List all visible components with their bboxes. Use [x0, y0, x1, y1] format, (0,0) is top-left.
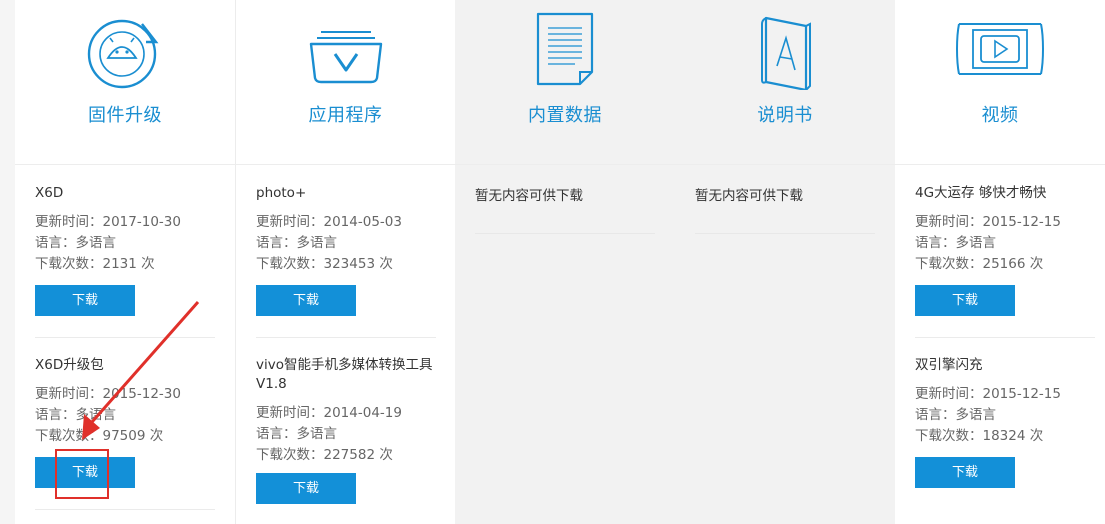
item-name: X6D升级包 — [35, 357, 104, 373]
tab-video[interactable]: 视频 — [895, 0, 1105, 164]
item-divider — [35, 337, 215, 338]
download-page: 固件升级 X6D 更新时间：2017-10-30 语言：多语言 下载次数：213… — [15, 0, 1105, 524]
item-download-count: 下载次数：323453 次 — [256, 256, 393, 272]
item-name: X6D — [35, 185, 64, 201]
item-divider — [915, 337, 1095, 338]
item-name: 4G大运存 够快才畅快 — [915, 185, 1047, 201]
item-language: 语言：多语言 — [256, 426, 337, 442]
item-name: vivo智能手机多媒体转换工具V1.8 — [256, 357, 433, 392]
item-language: 语言：多语言 — [915, 235, 996, 251]
item-language: 语言：多语言 — [35, 235, 116, 251]
list-item: 双引擎闪充 更新时间：2015-12-15 语言：多语言 下载次数：18324 … — [915, 356, 1095, 447]
download-button[interactable]: 下载 — [915, 285, 1015, 316]
item-download-count: 下载次数：25166 次 — [915, 256, 1044, 272]
tab-builtin-data[interactable]: 内置数据 — [455, 0, 675, 164]
annotation-highlight-box — [55, 449, 109, 499]
empty-message: 暂无内容可供下载 — [475, 188, 583, 204]
firmware-upgrade-icon — [87, 19, 159, 89]
list-item: photo+ 更新时间：2014-05-03 语言：多语言 下载次数：32345… — [256, 184, 436, 275]
item-divider — [475, 233, 655, 234]
download-button[interactable]: 下载 — [256, 285, 356, 316]
download-button[interactable]: 下载 — [35, 285, 135, 316]
item-update-time: 更新时间：2015-12-15 — [915, 214, 1061, 230]
item-update-time: 更新时间：2014-05-03 — [256, 214, 402, 230]
item-divider — [695, 233, 875, 234]
list-item: X6D 更新时间：2017-10-30 语言：多语言 下载次数：2131 次 — [35, 184, 215, 275]
item-update-time: 更新时间：2017-10-30 — [35, 214, 181, 230]
download-button[interactable]: 下载 — [256, 473, 356, 504]
item-update-time: 更新时间：2015-12-30 — [35, 386, 181, 402]
column-manual: 说明书 暂无内容可供下载 — [675, 0, 895, 524]
column-title: 应用程序 — [308, 105, 383, 126]
item-download-count: 下载次数：97509 次 — [35, 428, 164, 444]
item-name: 双引擎闪充 — [915, 357, 983, 373]
column-apps: 应用程序 photo+ 更新时间：2014-05-03 语言：多语言 下载次数：… — [236, 0, 455, 524]
download-button[interactable]: 下载 — [915, 457, 1015, 488]
item-name: photo+ — [256, 185, 307, 201]
item-language: 语言：多语言 — [915, 407, 996, 423]
item-divider — [35, 509, 215, 510]
column-title: 视频 — [981, 105, 1019, 126]
item-divider — [256, 337, 436, 338]
column-title: 说明书 — [757, 105, 813, 126]
list-item: vivo智能手机多媒体转换工具V1.8 更新时间：2014-04-19 语言：多… — [256, 356, 436, 466]
column-title: 内置数据 — [528, 105, 602, 126]
item-download-count: 下载次数：227582 次 — [256, 447, 393, 463]
item-download-count: 下载次数：2131 次 — [35, 256, 155, 272]
column-builtin-data: 内置数据 暂无内容可供下载 — [455, 0, 675, 524]
item-update-time: 更新时间：2015-12-15 — [915, 386, 1061, 402]
empty-message: 暂无内容可供下载 — [695, 188, 803, 204]
video-icon — [955, 23, 1045, 75]
column-firmware: 固件升级 X6D 更新时间：2017-10-30 语言：多语言 下载次数：213… — [15, 0, 235, 524]
manual-book-icon — [761, 16, 811, 90]
item-language: 语言：多语言 — [256, 235, 337, 251]
item-language: 语言：多语言 — [35, 407, 116, 423]
item-download-count: 下载次数：18324 次 — [915, 428, 1044, 444]
item-update-time: 更新时间：2014-04-19 — [256, 405, 402, 421]
tab-firmware[interactable]: 固件升级 — [15, 0, 235, 164]
tab-apps[interactable]: 应用程序 — [236, 0, 455, 164]
column-video: 视频 4G大运存 够快才畅快 更新时间：2015-12-15 语言：多语言 下载… — [895, 0, 1105, 524]
list-item: 4G大运存 够快才畅快 更新时间：2015-12-15 语言：多语言 下载次数：… — [915, 184, 1095, 275]
document-icon — [536, 12, 594, 86]
tab-manual[interactable]: 说明书 — [675, 0, 895, 164]
column-title: 固件升级 — [88, 105, 162, 126]
list-item: X6D升级包 更新时间：2015-12-30 语言：多语言 下载次数：97509… — [35, 356, 215, 447]
app-folder-icon — [309, 31, 382, 84]
